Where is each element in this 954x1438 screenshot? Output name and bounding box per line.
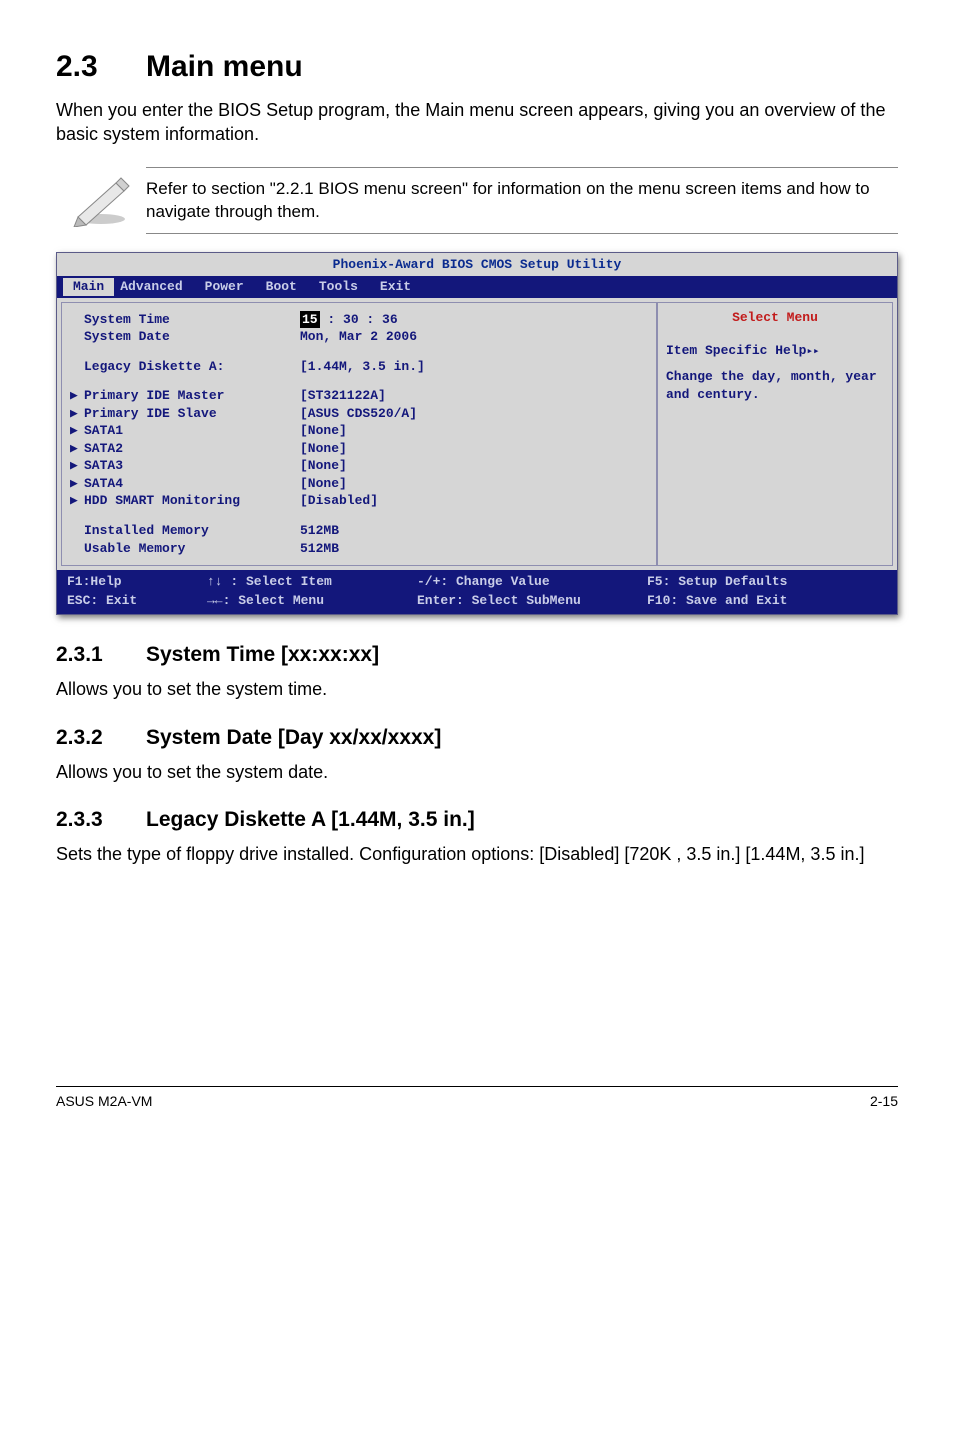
- subsection-number: 2.3.3: [56, 808, 146, 832]
- bios-menu-tabs[interactable]: Main Advanced Power Boot Tools Exit: [57, 276, 897, 298]
- bios-row-value[interactable]: [ASUS CDS520/A]: [300, 405, 417, 423]
- time-hour-selected[interactable]: 15: [300, 311, 320, 329]
- tab-power[interactable]: Power: [205, 278, 260, 296]
- bios-row[interactable]: ▶HDD SMART Monitoring [Disabled]: [70, 492, 648, 510]
- submenu-triangle-icon: ▶: [70, 457, 84, 475]
- subsection-body: Sets the type of floppy drive installed.…: [56, 842, 898, 866]
- pencil-note-icon: [56, 175, 146, 227]
- bios-main-panel: System Time 15 : 30 : 36 System Date Mon, M…: [61, 302, 657, 567]
- bios-row[interactable]: ▶Primary IDE Master [ST321122A]: [70, 387, 648, 405]
- bios-row-label: Primary IDE Slave: [84, 406, 217, 421]
- bios-row-value[interactable]: 15 : 30 : 36: [300, 311, 398, 329]
- note-text: Refer to section "2.2.1 BIOS menu screen…: [146, 167, 898, 235]
- bios-window: Phoenix-Award BIOS CMOS Setup Utility Ma…: [56, 252, 898, 615]
- key-change-value: -/+: Change Value: [417, 573, 647, 591]
- subsection-number: 2.3.2: [56, 726, 146, 750]
- bios-row-label: SATA4: [84, 476, 123, 491]
- bios-row[interactable]: Installed Memory 512MB: [70, 522, 648, 540]
- bios-util-title: Phoenix-Award BIOS CMOS Setup Utility: [57, 253, 897, 276]
- submenu-triangle-icon: ▶: [70, 422, 84, 440]
- bios-row[interactable]: ▶SATA4 [None]: [70, 475, 648, 493]
- help-title: Select Menu: [666, 309, 884, 327]
- subsection-title: Legacy Diskette A [1.44M, 3.5 in.]: [146, 808, 475, 831]
- key-help: F1:Help: [67, 573, 207, 591]
- help-body: Change the day, month, year and century.: [666, 368, 884, 403]
- footer-left: ASUS M2A-VM: [56, 1093, 152, 1109]
- subsection-title: System Time [xx:xx:xx]: [146, 643, 379, 666]
- tab-advanced[interactable]: Advanced: [120, 278, 198, 296]
- subsection-heading: 2.3.1System Time [xx:xx:xx]: [56, 643, 898, 667]
- bios-help-panel: Select Menu Item Specific Help Change th…: [657, 302, 893, 567]
- bios-row-label: Primary IDE Master: [84, 388, 224, 403]
- bios-row-label: Installed Memory: [84, 523, 209, 538]
- bios-row-value[interactable]: [None]: [300, 422, 347, 440]
- subsection-heading: 2.3.3Legacy Diskette A [1.44M, 3.5 in.]: [56, 808, 898, 832]
- section-number: 2.3: [56, 50, 146, 84]
- section-title: Main menu: [146, 50, 303, 83]
- bios-row-label: SATA3: [84, 458, 123, 473]
- submenu-triangle-icon: ▶: [70, 492, 84, 510]
- key-setup-defaults: F5: Setup Defaults: [647, 573, 887, 591]
- bios-row-value[interactable]: [ST321122A]: [300, 387, 386, 405]
- note-block: Refer to section "2.2.1 BIOS menu screen…: [56, 167, 898, 235]
- page-footer: ASUS M2A-VM 2-15: [56, 1086, 898, 1139]
- bios-row-value[interactable]: 512MB: [300, 522, 339, 540]
- help-item-specific: Item Specific Help: [666, 342, 884, 360]
- bios-row[interactable]: ▶SATA1 [None]: [70, 422, 648, 440]
- tab-boot[interactable]: Boot: [266, 278, 313, 296]
- bios-row-value[interactable]: [None]: [300, 457, 347, 475]
- submenu-triangle-icon: ▶: [70, 440, 84, 458]
- bios-row-label: Legacy Diskette A:: [84, 359, 224, 374]
- bios-row[interactable]: ▶SATA2 [None]: [70, 440, 648, 458]
- key-select-item: ↑↓ : Select Item: [207, 573, 417, 591]
- bios-row-value[interactable]: [None]: [300, 475, 347, 493]
- tab-exit[interactable]: Exit: [380, 278, 427, 296]
- subsection-title: System Date [Day xx/xx/xxxx]: [146, 726, 441, 749]
- bios-row-value[interactable]: Mon, Mar 2 2006: [300, 328, 417, 346]
- bios-row[interactable]: ▶Primary IDE Slave [ASUS CDS520/A]: [70, 405, 648, 423]
- bios-row-label: SATA2: [84, 441, 123, 456]
- subsection-body: Allows you to set the system date.: [56, 760, 898, 784]
- intro-paragraph: When you enter the BIOS Setup program, t…: [56, 98, 898, 147]
- bios-row[interactable]: Legacy Diskette A: [1.44M, 3.5 in.]: [70, 358, 648, 376]
- page-heading: 2.3Main menu: [56, 50, 898, 84]
- bios-row[interactable]: System Date Mon, Mar 2 2006: [70, 328, 648, 346]
- subsection-body: Allows you to set the system time.: [56, 677, 898, 701]
- key-save-exit: F10: Save and Exit: [647, 592, 887, 610]
- subsection-number: 2.3.1: [56, 643, 146, 667]
- bios-row[interactable]: ▶SATA3 [None]: [70, 457, 648, 475]
- tab-tools[interactable]: Tools: [319, 278, 374, 296]
- submenu-triangle-icon: ▶: [70, 405, 84, 423]
- bios-row[interactable]: Usable Memory 512MB: [70, 540, 648, 558]
- bios-row-value[interactable]: [1.44M, 3.5 in.]: [300, 358, 425, 376]
- bios-row-label: HDD SMART Monitoring: [84, 493, 240, 508]
- key-select-submenu: Enter: Select SubMenu: [417, 592, 647, 610]
- bios-row[interactable]: System Time 15 : 30 : 36: [70, 311, 648, 329]
- bios-row-label: System Date: [84, 329, 170, 344]
- submenu-triangle-icon: ▶: [70, 387, 84, 405]
- tab-main[interactable]: Main: [63, 278, 114, 296]
- bios-row-value[interactable]: 512MB: [300, 540, 339, 558]
- bios-row-label: Usable Memory: [84, 541, 185, 556]
- submenu-triangle-icon: ▶: [70, 475, 84, 493]
- footer-right: 2-15: [870, 1093, 898, 1109]
- key-exit: ESC: Exit: [67, 592, 207, 610]
- bios-row-value[interactable]: [None]: [300, 440, 347, 458]
- bios-row-label: SATA1: [84, 423, 123, 438]
- key-select-menu: →←: Select Menu: [207, 592, 417, 610]
- bios-row-value[interactable]: [Disabled]: [300, 492, 378, 510]
- bios-row-label: System Time: [84, 312, 170, 327]
- subsection-heading: 2.3.2System Date [Day xx/xx/xxxx]: [56, 726, 898, 750]
- bios-footer-keys: F1:Help ↑↓ : Select Item -/+: Change Val…: [57, 570, 897, 614]
